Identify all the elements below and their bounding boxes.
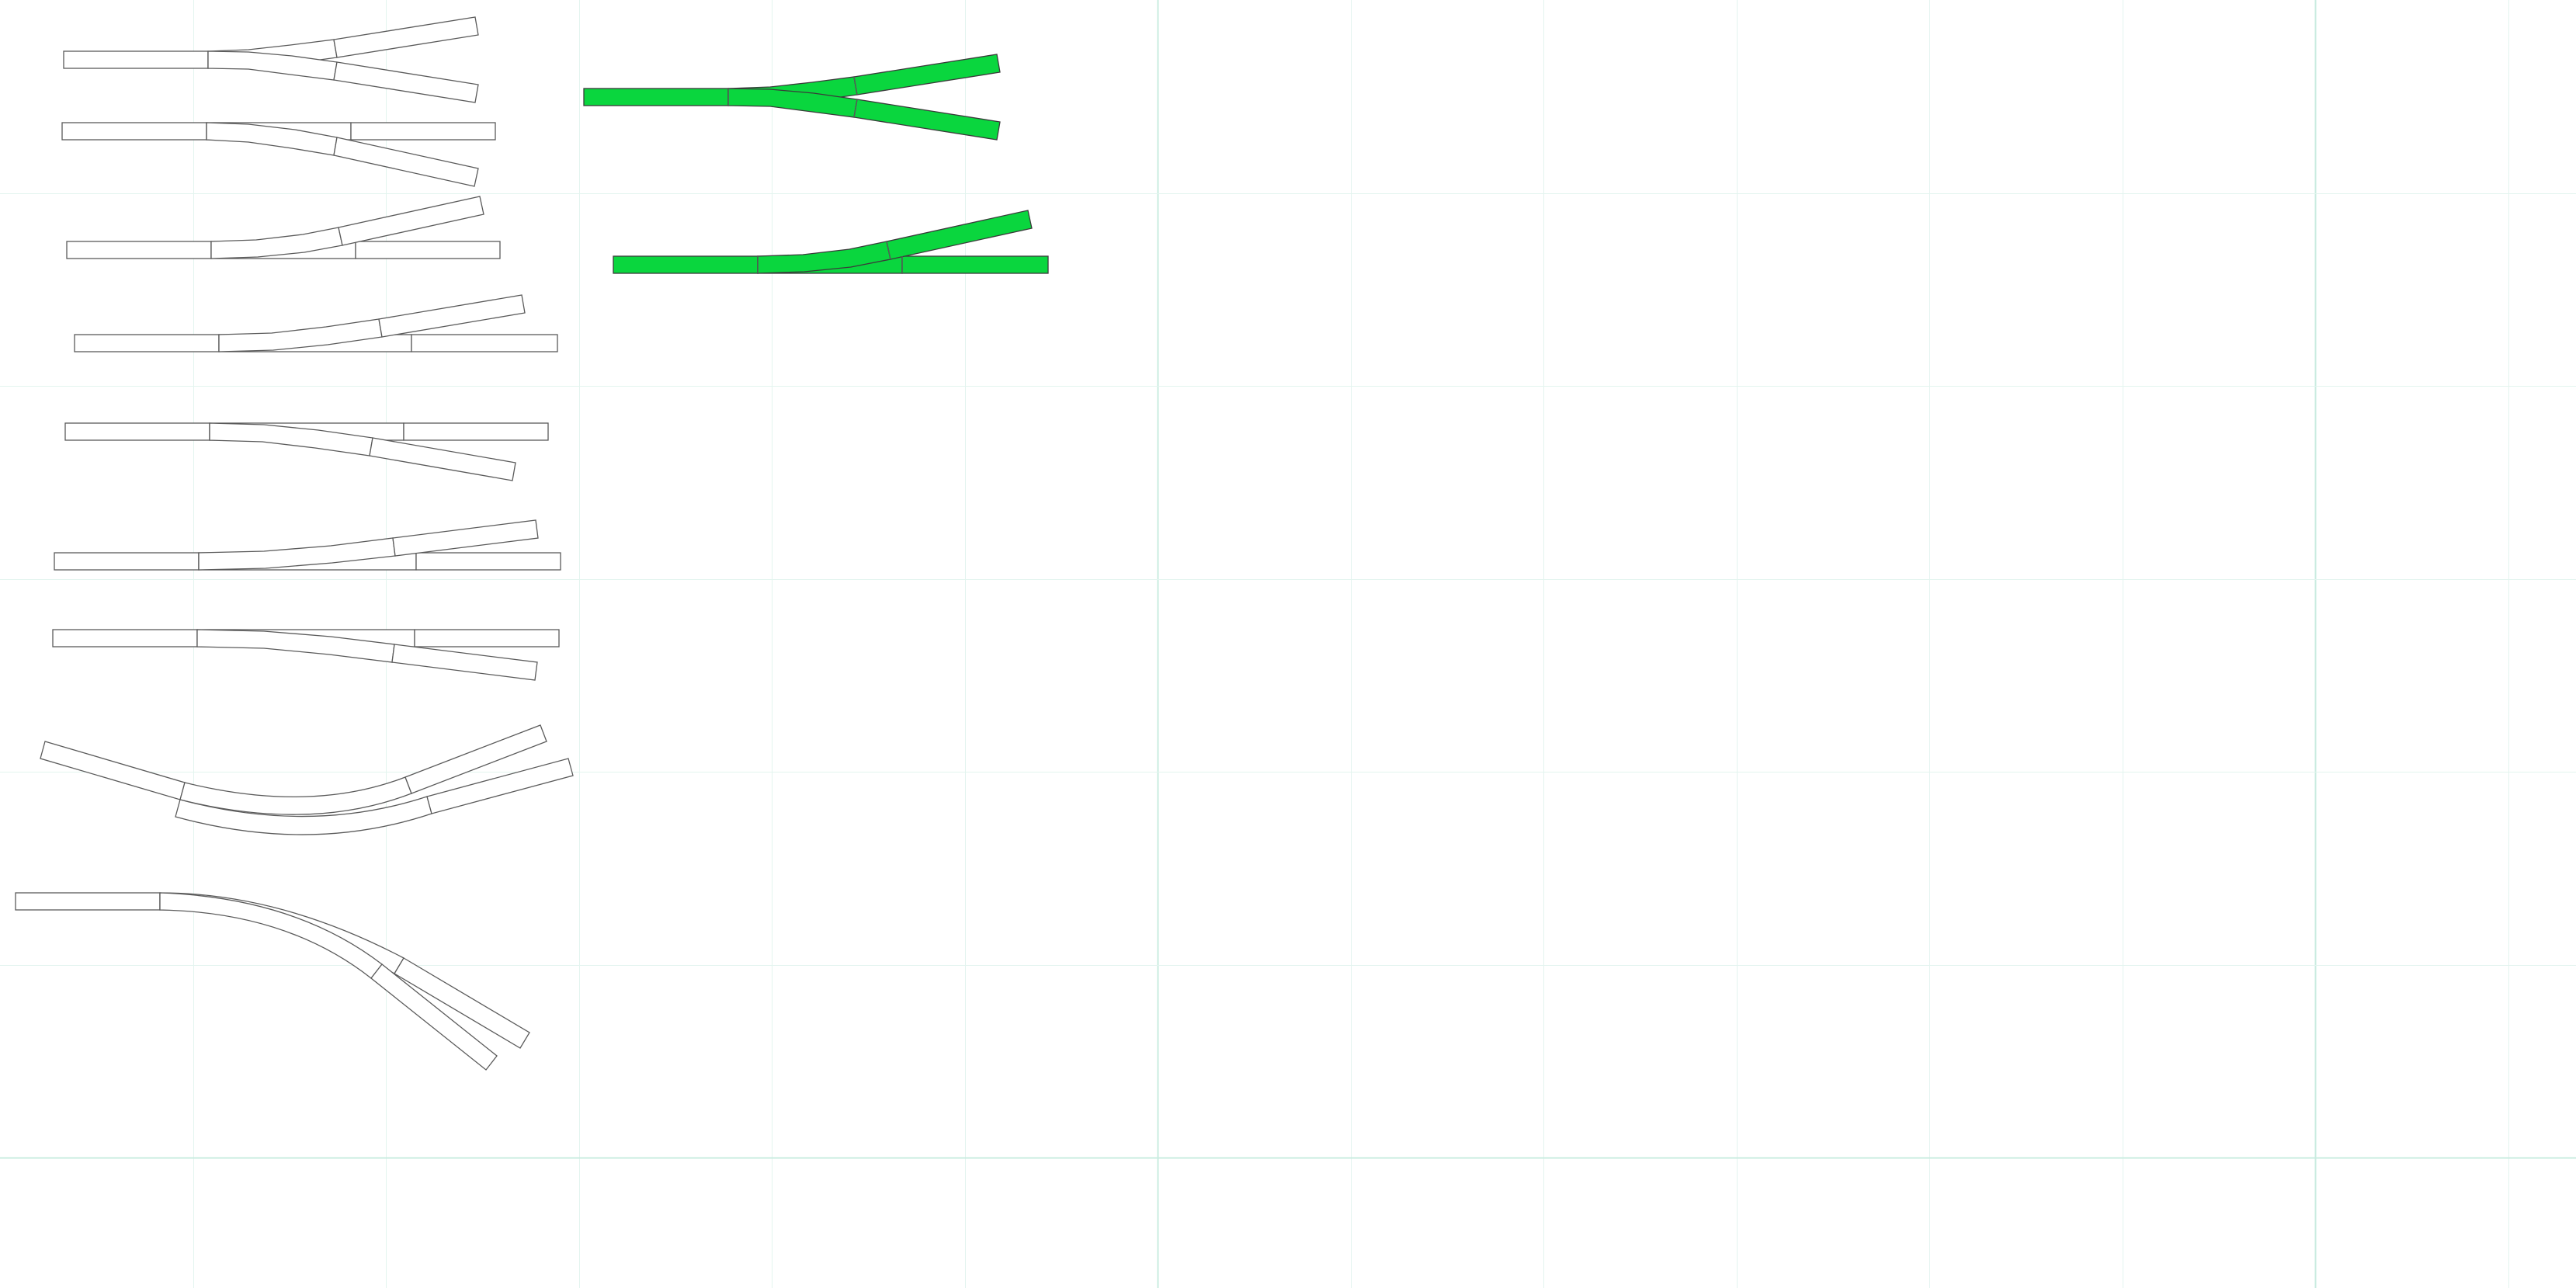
palette-right-switch-slim[interactable]	[54, 519, 561, 571]
track-palette	[15, 16, 574, 1071]
track-layout-canvas[interactable]	[0, 0, 2576, 1288]
straight-track-segment	[61, 122, 207, 141]
straight-track-segment	[64, 422, 210, 441]
straight-track-segment	[63, 50, 209, 69]
straight-track-segment	[338, 196, 484, 246]
palette-right-switch[interactable]	[66, 196, 501, 259]
straight-track-segment	[350, 122, 496, 141]
placed-wye-switch[interactable]	[583, 54, 1001, 141]
straight-track-segment	[54, 552, 200, 571]
straight-track-segment	[40, 741, 186, 800]
straight-track-segment	[853, 54, 1001, 95]
straight-track-segment	[901, 255, 1049, 274]
straight-track-segment	[411, 334, 558, 352]
straight-track-segment	[583, 88, 729, 106]
straight-track-segment	[66, 241, 212, 259]
palette-left-switch-slim[interactable]	[52, 629, 560, 681]
palette-right-switch-long[interactable]	[74, 294, 558, 352]
straight-track-segment	[15, 892, 161, 911]
straight-track-segment	[52, 629, 198, 647]
straight-track-segment	[391, 644, 538, 681]
straight-track-segment	[333, 137, 479, 187]
straight-track-segment	[369, 437, 516, 481]
straight-track-segment	[333, 16, 479, 58]
straight-track-segment	[392, 519, 539, 557]
placed-track-layout	[583, 54, 1049, 274]
straight-track-segment	[74, 334, 220, 352]
straight-track-segment	[378, 294, 526, 338]
straight-track-segment	[414, 629, 560, 647]
straight-track-segment	[403, 422, 549, 441]
palette-wye-switch[interactable]	[63, 16, 479, 103]
palette-curved-switch-large[interactable]	[15, 892, 530, 1071]
straight-track-segment	[613, 255, 759, 274]
palette-curved-switch[interactable]	[40, 724, 574, 835]
straight-track-segment	[355, 241, 501, 259]
straight-track-segment	[886, 210, 1033, 260]
straight-track-segment	[415, 552, 561, 571]
placed-right-switch[interactable]	[613, 210, 1049, 274]
palette-left-switch-short[interactable]	[61, 122, 496, 187]
palette-left-switch[interactable]	[64, 422, 549, 481]
straight-track-segment	[853, 99, 1001, 141]
straight-track-segment	[333, 61, 479, 103]
